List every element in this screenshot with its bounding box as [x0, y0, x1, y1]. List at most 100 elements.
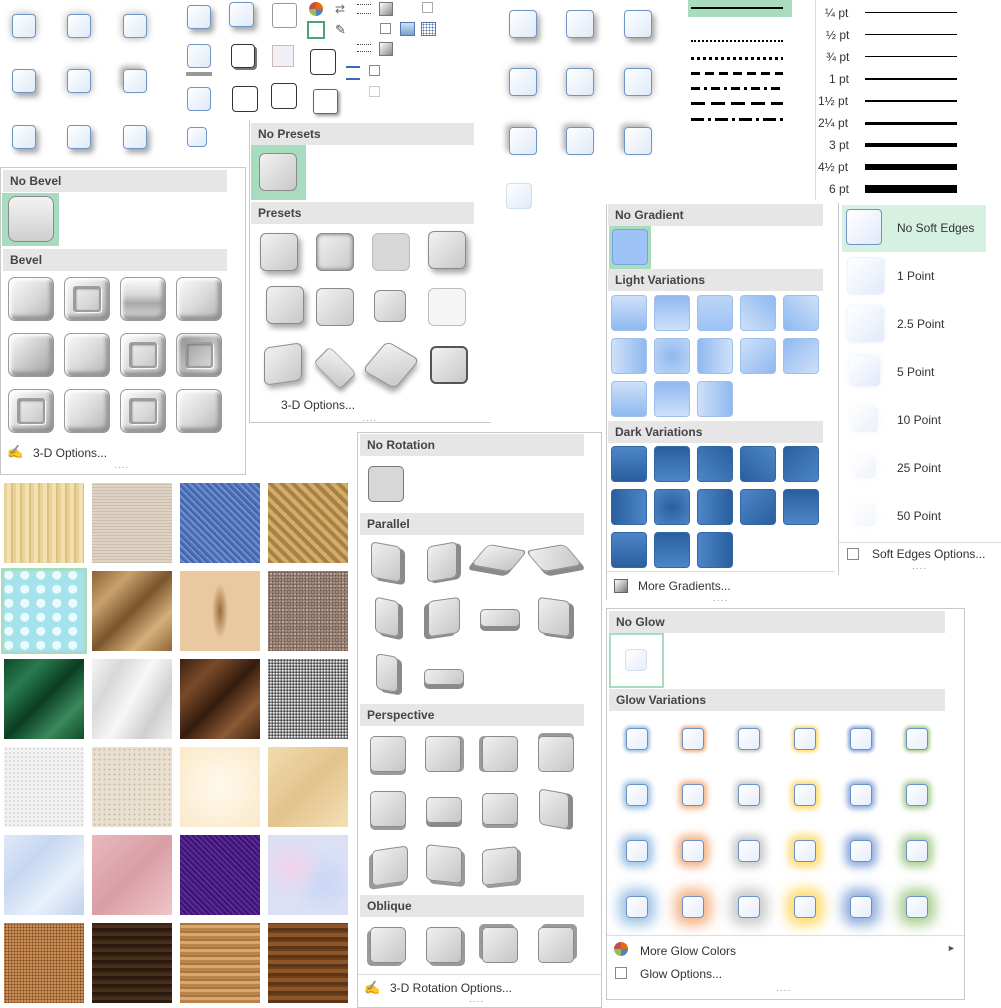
picture-icon[interactable] — [400, 22, 415, 36]
texture-walnut[interactable] — [92, 923, 172, 1003]
perspective-rotation-tile[interactable] — [539, 788, 569, 830]
bevel-cool-slant[interactable] — [176, 277, 222, 321]
weight-label[interactable]: 2¼ pt — [818, 116, 848, 130]
weight-label[interactable]: 1 pt — [829, 72, 849, 86]
selection-box-icon[interactable] — [307, 21, 325, 39]
shadow-tile[interactable] — [12, 125, 36, 149]
texture-paper-bag[interactable] — [92, 571, 172, 651]
dark-gradient-tile[interactable] — [697, 532, 733, 568]
soft-edges-options-link[interactable]: Soft Edges Options... — [872, 547, 985, 561]
preset-tile[interactable] — [428, 231, 466, 269]
glow-variation-tile[interactable] — [626, 896, 648, 918]
dark-gradient-tile[interactable] — [697, 489, 733, 525]
texture-water-droplets[interactable] — [1, 568, 87, 654]
glow-variation-tile[interactable] — [906, 784, 928, 806]
dark-gradient-tile[interactable] — [740, 446, 776, 482]
glow-variation-tile[interactable] — [738, 728, 760, 750]
glow-variation-tile[interactable] — [906, 896, 928, 918]
weight-line[interactable] — [865, 164, 957, 170]
glow-variation-tile[interactable] — [850, 784, 872, 806]
shadow-tile[interactable] — [67, 14, 91, 38]
preset-tile[interactable] — [266, 286, 304, 324]
shadow-tile[interactable] — [624, 68, 652, 96]
dash-long-dash-dot[interactable] — [691, 118, 783, 121]
glow-variation-tile[interactable] — [738, 784, 760, 806]
glow-variation-tile[interactable] — [682, 840, 704, 862]
bevel-convex[interactable] — [120, 333, 166, 377]
weight-line[interactable] — [865, 34, 957, 35]
texture-cork[interactable] — [4, 923, 84, 1003]
texture-medium-wood[interactable] — [268, 923, 348, 1003]
shadow-tile[interactable] — [12, 14, 36, 38]
light-gradient-tile[interactable] — [654, 295, 690, 331]
glow-variation-tile[interactable] — [682, 728, 704, 750]
soft-edges-tile[interactable] — [848, 306, 884, 342]
dash-solid[interactable] — [691, 7, 783, 9]
texture-purple-mesh[interactable] — [180, 835, 260, 915]
bevel-riblet[interactable] — [64, 389, 110, 433]
soft-edges-item-label[interactable]: 1 Point — [897, 269, 934, 283]
preset-tile[interactable] — [316, 233, 354, 271]
preset-tile[interactable] — [362, 340, 420, 390]
dash-dash-dot[interactable] — [691, 87, 783, 90]
parallel-rotation-tile[interactable] — [538, 596, 570, 638]
shadow-tile[interactable] — [12, 69, 36, 93]
bevel-angle[interactable] — [8, 333, 54, 377]
dark-gradient-tile[interactable] — [740, 489, 776, 525]
perspective-rotation-tile[interactable] — [370, 736, 406, 772]
weight-label[interactable]: 3 pt — [829, 138, 849, 152]
bevel-divot[interactable] — [8, 389, 54, 433]
perspective-rotation-tile[interactable] — [482, 736, 518, 772]
dash-square-dot[interactable] — [691, 57, 783, 60]
weight-label[interactable]: 4½ pt — [818, 160, 848, 174]
reflection-tile[interactable] — [187, 127, 207, 147]
reflection-tile[interactable] — [187, 87, 211, 111]
light-gradient-tile[interactable] — [654, 381, 690, 417]
parallel-rotation-tile[interactable] — [424, 669, 464, 685]
texture-parchment[interactable] — [180, 747, 260, 827]
weight-label[interactable]: ½ pt — [826, 28, 849, 42]
shadow-tile[interactable] — [67, 69, 91, 93]
shadow-tile[interactable] — [123, 69, 147, 93]
glow-variation-tile[interactable] — [626, 728, 648, 750]
bevel-circle[interactable] — [8, 277, 54, 321]
weight-label[interactable]: ¼ pt — [825, 6, 848, 20]
texture-recycled-paper[interactable] — [92, 747, 172, 827]
weight-line[interactable] — [865, 78, 957, 80]
dark-gradient-tile[interactable] — [611, 489, 647, 525]
preset-tile[interactable] — [260, 233, 298, 271]
bevel-soft-round[interactable] — [64, 333, 110, 377]
dark-gradient-tile[interactable] — [654, 489, 690, 525]
light-gradient-tile[interactable] — [611, 338, 647, 374]
texture-brown-marble[interactable] — [180, 659, 260, 739]
dark-gradient-tile[interactable] — [654, 532, 690, 568]
swap-icon[interactable]: ⇄ — [335, 2, 349, 16]
oblique-rotation-tile[interactable] — [538, 927, 574, 963]
glow-options-checkbox[interactable] — [615, 967, 627, 979]
weight-line[interactable] — [865, 56, 957, 57]
shadow-tile[interactable] — [624, 127, 652, 155]
soft-edges-tile[interactable] — [852, 406, 878, 432]
glow-variation-tile[interactable] — [738, 840, 760, 862]
soft-edges-item-label[interactable]: No Soft Edges — [897, 221, 974, 235]
light-gradient-tile[interactable] — [783, 338, 819, 374]
light-gradient-tile[interactable] — [697, 338, 733, 374]
align-icon[interactable] — [346, 66, 360, 80]
soft-edges-tile[interactable] — [848, 258, 884, 294]
preset-tile[interactable] — [313, 346, 357, 390]
glow-variation-tile[interactable] — [626, 784, 648, 806]
dark-gradient-tile[interactable] — [697, 446, 733, 482]
paint-icon[interactable]: ✎ — [335, 22, 346, 38]
soft-edges-item-label[interactable]: 5 Point — [897, 365, 934, 379]
weight-line[interactable] — [865, 143, 957, 147]
pie-chart-icon[interactable] — [309, 2, 323, 16]
more-gradients-link[interactable]: More Gradients... — [638, 579, 731, 593]
parallel-rotation-tile[interactable] — [427, 541, 457, 583]
soft-edges-item-label[interactable]: 10 Point — [897, 413, 941, 427]
weight-label[interactable]: 1½ pt — [818, 94, 848, 108]
glow-variation-tile[interactable] — [906, 728, 928, 750]
light-gradient-tile[interactable] — [783, 295, 819, 331]
3d-options-link[interactable]: 3-D Options... — [33, 446, 107, 460]
3d-options-icon[interactable]: ✍ — [7, 444, 23, 460]
glow-variation-tile[interactable] — [682, 784, 704, 806]
